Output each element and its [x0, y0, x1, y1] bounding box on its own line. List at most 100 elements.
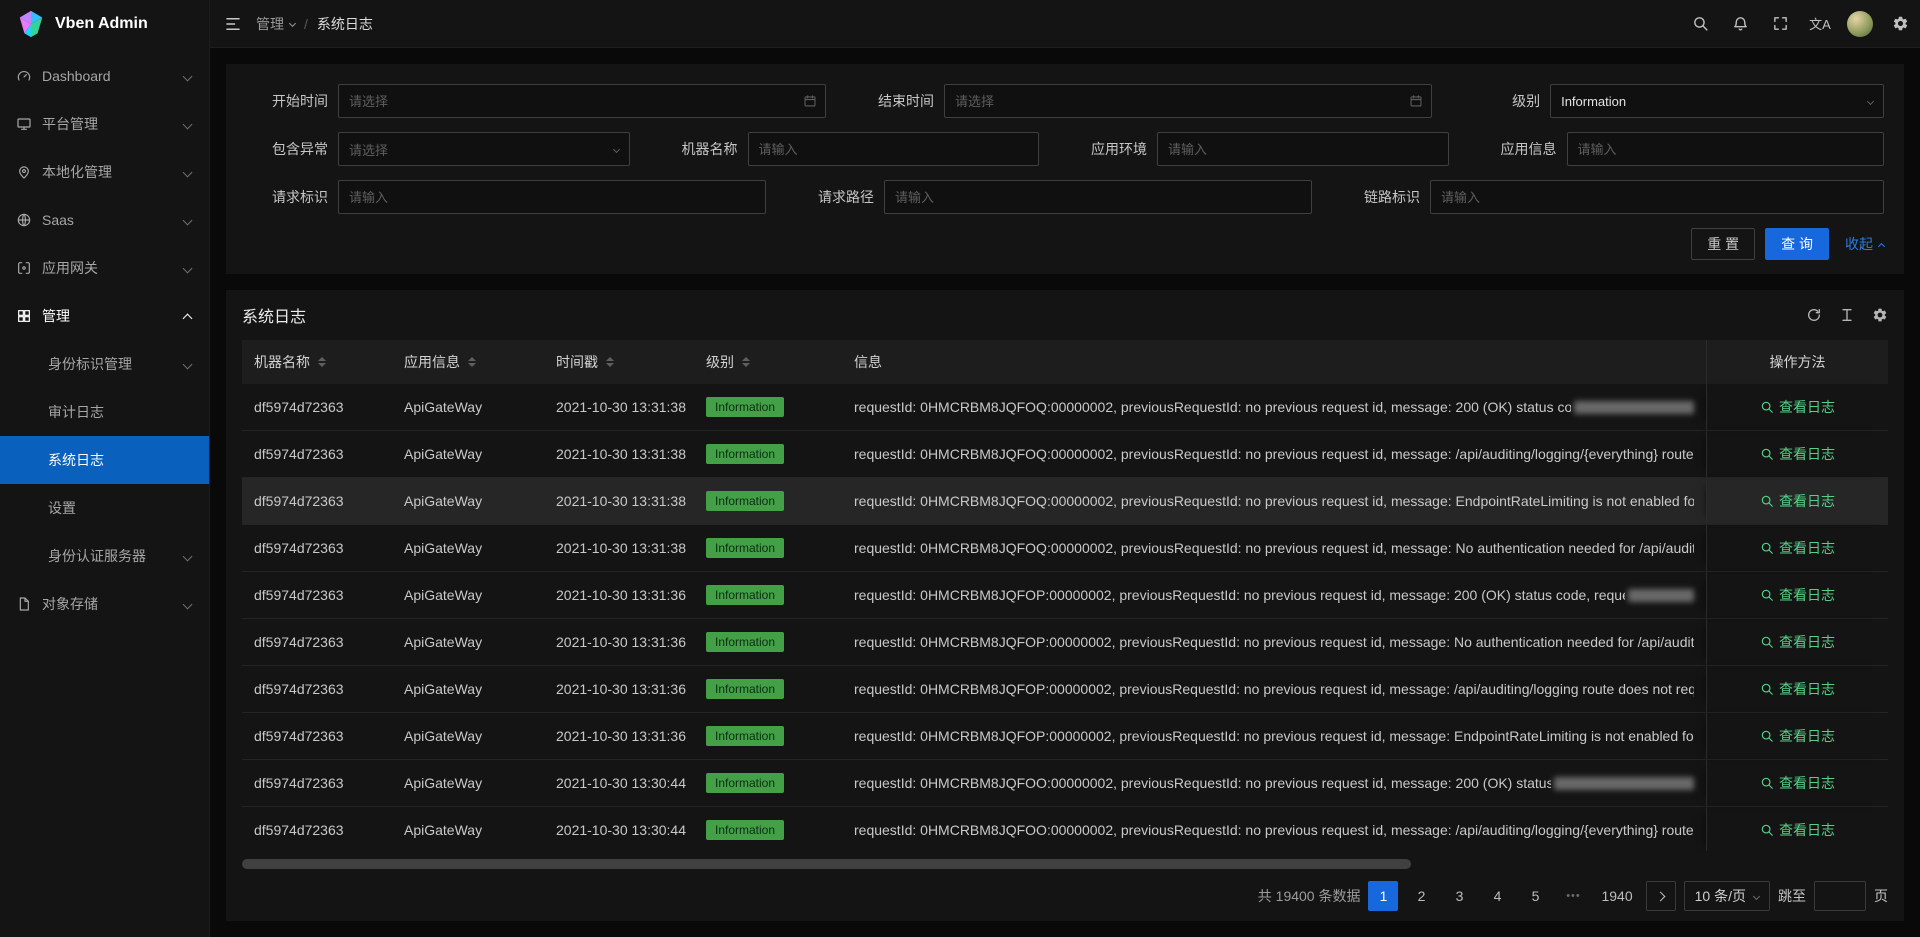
cell-time: 2021-10-30 13:30:44 [544, 807, 694, 851]
level-select[interactable]: Information [1550, 84, 1884, 118]
header-app-info[interactable]: 应用信息 [392, 340, 544, 384]
sidebar-item-settings[interactable]: 设置 [0, 484, 209, 532]
sidebar-item-platform-management[interactable]: 平台管理 [0, 100, 209, 148]
cell-machine: df5974d72363 [242, 431, 392, 477]
column-settings-gear-icon[interactable] [1872, 307, 1888, 323]
fullscreen-icon[interactable] [1760, 0, 1800, 48]
sidebar-item-audit-log[interactable]: 审计日志 [0, 388, 209, 436]
app-logo[interactable]: Vben Admin [0, 0, 209, 48]
sort-icon[interactable] [468, 357, 476, 367]
table-row[interactable]: df5974d72363 ApiGateWay 2021-10-30 13:31… [242, 525, 1888, 572]
settings-gear-icon[interactable] [1880, 0, 1920, 48]
cell-message: requestId: 0HMCRBM8JQFOO:00000002, previ… [854, 822, 1694, 838]
cell-time: 2021-10-30 13:31:36 [544, 713, 694, 759]
app-root: Vben Admin Dashboard 平台管理 本地化管理 Saas 应用网… [0, 0, 1920, 937]
view-log-link[interactable]: 查看日志 [1760, 585, 1835, 605]
page-ellipsis[interactable]: ••• [1558, 881, 1588, 911]
magnifier-icon [1760, 494, 1774, 508]
table-row[interactable]: df5974d72363 ApiGateWay 2021-10-30 13:31… [242, 431, 1888, 478]
chevron-down-icon [183, 167, 193, 177]
search-button[interactable]: 查 询 [1765, 228, 1829, 260]
page-button-3[interactable]: 3 [1444, 881, 1474, 911]
sort-icon[interactable] [318, 357, 326, 367]
view-log-link[interactable]: 查看日志 [1760, 397, 1835, 417]
cell-machine: df5974d72363 [242, 619, 392, 665]
breadcrumb-current: 系统日志 [317, 14, 373, 34]
machine-name-input[interactable] [748, 132, 1040, 166]
notification-bell-icon[interactable] [1720, 0, 1760, 48]
end-time-label: 结束时间 [852, 91, 934, 111]
search-icon[interactable] [1680, 0, 1720, 48]
view-log-link[interactable]: 查看日志 [1760, 820, 1835, 840]
page-size-select[interactable]: 10 条/页 [1684, 881, 1770, 911]
top-header: 管理 / 系统日志 文A [210, 0, 1920, 48]
view-log-link[interactable]: 查看日志 [1760, 773, 1835, 793]
trace-id-input[interactable] [1430, 180, 1884, 214]
magnifier-icon [1760, 541, 1774, 555]
page-button-2[interactable]: 2 [1406, 881, 1436, 911]
start-time-picker[interactable] [338, 84, 826, 118]
sidebar-item-system-log[interactable]: 系统日志 [0, 436, 209, 484]
cell-machine: df5974d72363 [242, 572, 392, 618]
view-log-link[interactable]: 查看日志 [1760, 726, 1835, 746]
table-row[interactable]: df5974d72363 ApiGateWay 2021-10-30 13:31… [242, 666, 1888, 713]
level-badge: Information [706, 679, 784, 699]
translate-icon[interactable]: 文A [1800, 0, 1840, 48]
view-log-link[interactable]: 查看日志 [1760, 538, 1835, 558]
user-avatar[interactable] [1840, 0, 1880, 48]
table-row[interactable]: df5974d72363 ApiGateWay 2021-10-30 13:31… [242, 619, 1888, 666]
view-log-link[interactable]: 查看日志 [1760, 632, 1835, 652]
page-button-last[interactable]: 1940 [1596, 881, 1637, 911]
header-machine-name[interactable]: 机器名称 [242, 340, 392, 384]
table-row[interactable]: df5974d72363 ApiGateWay 2021-10-30 13:30… [242, 807, 1888, 851]
sort-icon[interactable] [742, 357, 750, 367]
level-badge: Information [706, 444, 784, 464]
sidebar-item-dashboard[interactable]: Dashboard [0, 52, 209, 100]
table-row[interactable]: df5974d72363 ApiGateWay 2021-10-30 13:30… [242, 760, 1888, 807]
table-row[interactable]: df5974d72363 ApiGateWay 2021-10-30 13:31… [242, 384, 1888, 431]
view-log-link[interactable]: 查看日志 [1760, 444, 1835, 464]
menu-fold-icon[interactable] [224, 15, 242, 33]
table-row[interactable]: df5974d72363 ApiGateWay 2021-10-30 13:31… [242, 478, 1888, 525]
sidebar-item-object-storage[interactable]: 对象存储 [0, 580, 209, 628]
sidebar-item-management[interactable]: 管理 [0, 292, 209, 340]
has-exception-select[interactable]: 请选择 [338, 132, 630, 166]
page-button-4[interactable]: 4 [1482, 881, 1512, 911]
sidebar-item-saas[interactable]: Saas [0, 196, 209, 244]
table-row[interactable]: df5974d72363 ApiGateWay 2021-10-30 13:31… [242, 713, 1888, 760]
breadcrumb-parent[interactable]: 管理 [256, 14, 295, 34]
filter-request-path: 请求路径 [792, 180, 1338, 214]
sidebar-item-app-gateway[interactable]: 应用网关 [0, 244, 209, 292]
header-level[interactable]: 级别 [694, 340, 842, 384]
view-log-link[interactable]: 查看日志 [1760, 491, 1835, 511]
next-page-button[interactable] [1646, 881, 1676, 911]
sidebar-item-identity-management[interactable]: 身份标识管理 [0, 340, 209, 388]
reset-button[interactable]: 重 置 [1691, 228, 1755, 260]
cell-machine: df5974d72363 [242, 713, 392, 759]
magnifier-icon [1760, 447, 1774, 461]
scrollbar-thumb[interactable] [242, 859, 1411, 869]
page-button-1[interactable]: 1 [1368, 881, 1398, 911]
view-log-link[interactable]: 查看日志 [1760, 679, 1835, 699]
request-id-input[interactable] [338, 180, 766, 214]
page-button-5[interactable]: 5 [1520, 881, 1550, 911]
collapse-link[interactable]: 收起 [1845, 234, 1884, 254]
end-time-picker[interactable] [944, 84, 1432, 118]
page-content: 开始时间 结束时间 级别 [210, 48, 1920, 937]
table-row[interactable]: df5974d72363 ApiGateWay 2021-10-30 13:31… [242, 572, 1888, 619]
sort-icon[interactable] [606, 357, 614, 367]
chevron-down-icon [289, 20, 296, 27]
chevron-down-icon [183, 263, 193, 273]
sidebar-item-localization[interactable]: 本地化管理 [0, 148, 209, 196]
request-path-input[interactable] [884, 180, 1312, 214]
header-timestamp[interactable]: 时间戳 [544, 340, 694, 384]
row-height-icon[interactable] [1839, 307, 1855, 323]
app-env-input[interactable] [1157, 132, 1449, 166]
header-actions: 操作方法 [1706, 340, 1888, 384]
cell-machine: df5974d72363 [242, 384, 392, 430]
filter-start-time: 开始时间 [246, 84, 852, 118]
jump-page-input[interactable] [1814, 881, 1866, 911]
sidebar-item-auth-server[interactable]: 身份认证服务器 [0, 532, 209, 580]
app-info-input[interactable] [1567, 132, 1885, 166]
refresh-icon[interactable] [1806, 307, 1822, 323]
